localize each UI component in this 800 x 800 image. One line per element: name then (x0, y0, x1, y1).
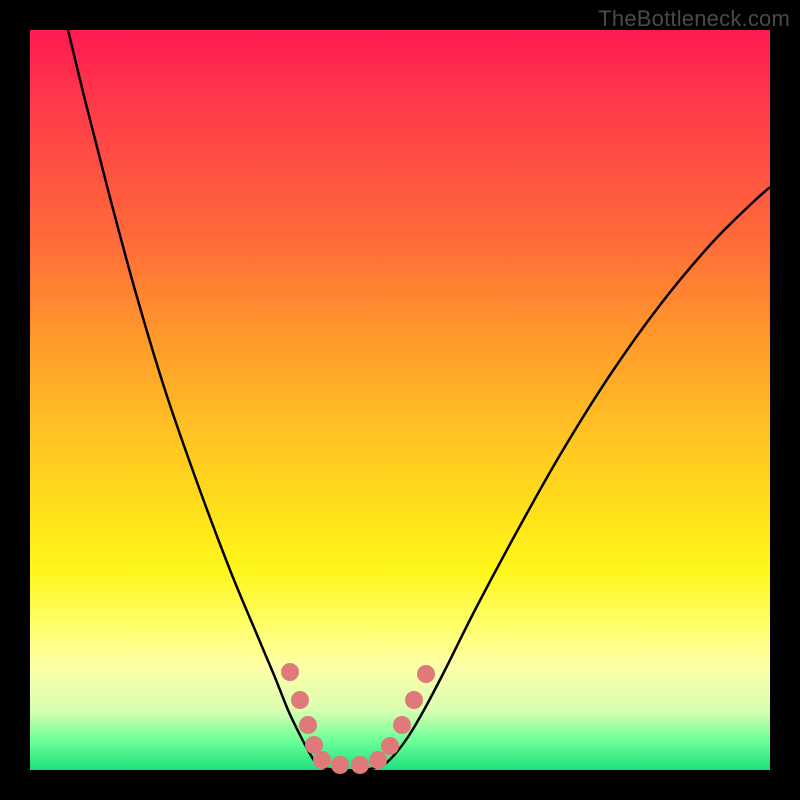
marker-dot (381, 737, 399, 755)
marker-dot (291, 691, 309, 709)
watermark-text: TheBottleneck.com (598, 6, 790, 32)
marker-dot (299, 716, 317, 734)
marker-dot (313, 751, 331, 769)
bottleneck-curve (68, 30, 770, 770)
curve-layer (30, 30, 770, 770)
marker-dot (351, 756, 369, 774)
marker-dot (417, 665, 435, 683)
marker-dots-group (281, 663, 435, 774)
marker-dot (405, 691, 423, 709)
marker-dot (369, 751, 387, 769)
outer-frame: TheBottleneck.com (0, 0, 800, 800)
marker-dot (331, 756, 349, 774)
marker-dot (281, 663, 299, 681)
marker-dot (393, 716, 411, 734)
